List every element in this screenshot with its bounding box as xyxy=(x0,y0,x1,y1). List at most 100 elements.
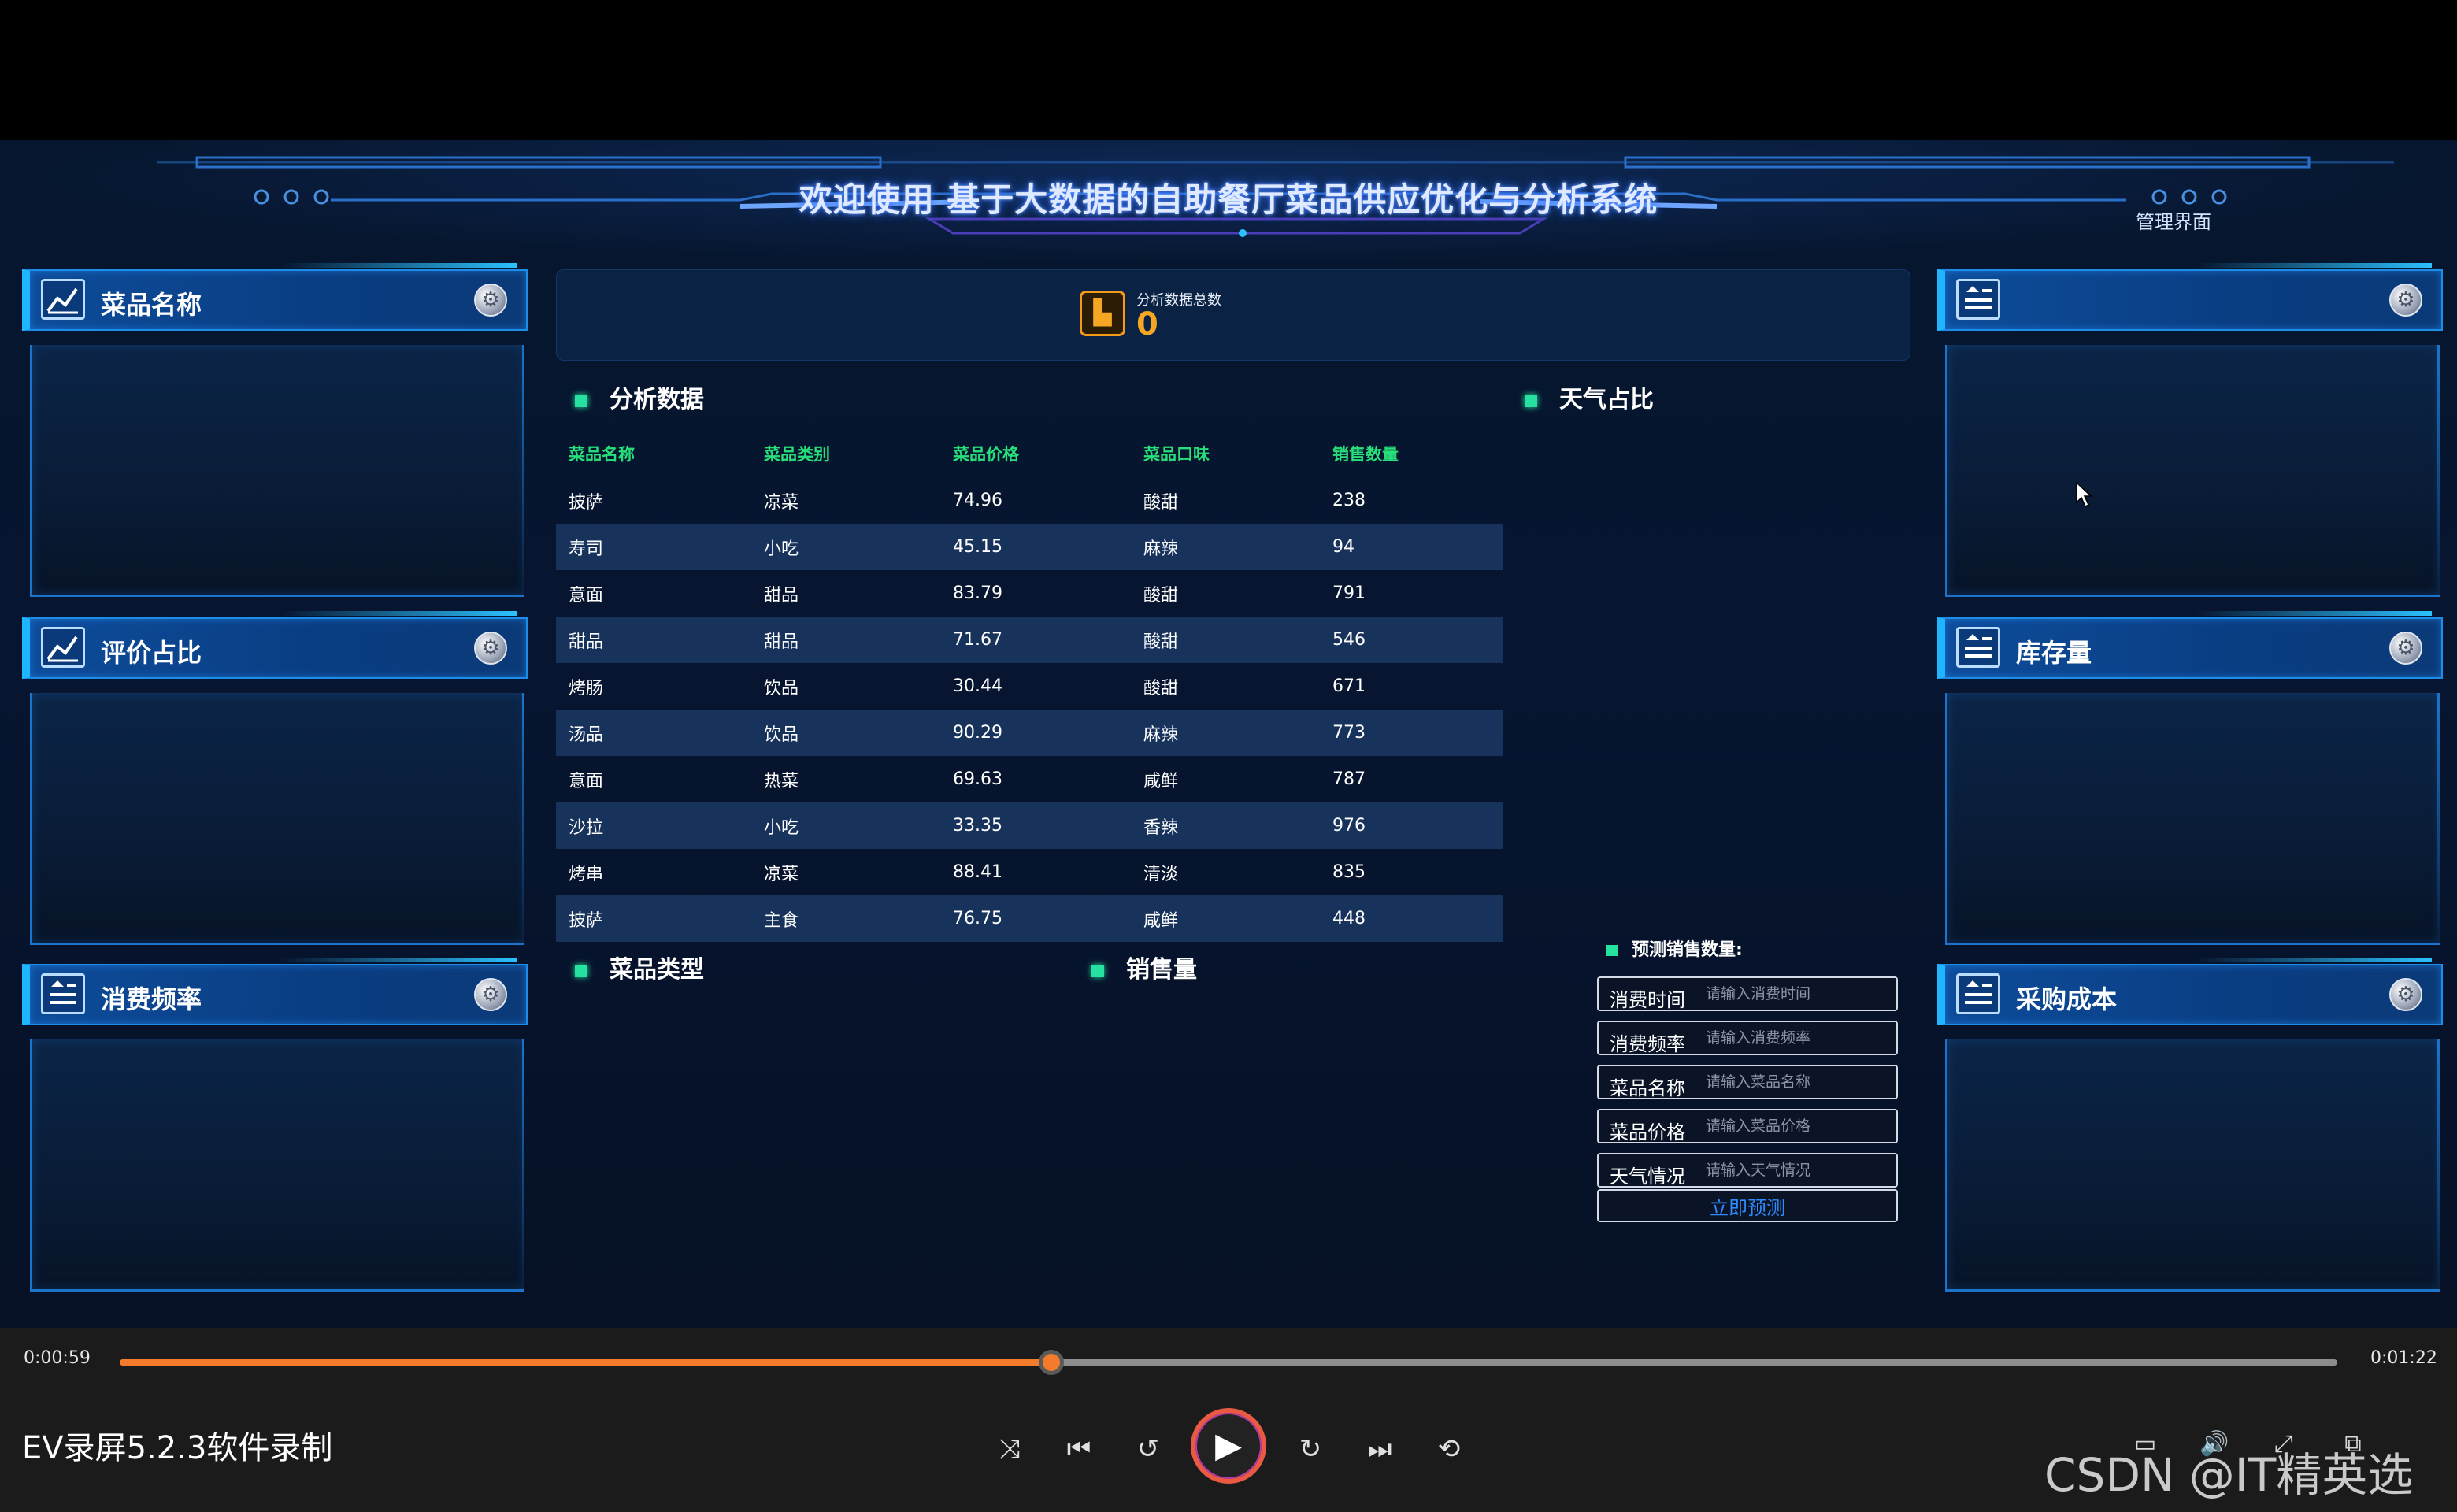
analysis-table: 菜品名称 菜品类别 菜品价格 菜品口味 销售数量 披萨 凉菜 74.96 酸甜 238 寿… xyxy=(556,430,1503,942)
table-cell: 咸鲜 xyxy=(1143,910,1179,931)
panel-header: 采购成本 ⚙ xyxy=(1937,958,2443,1025)
table-cell: 饮品 xyxy=(764,724,799,745)
table-cell: 香辣 xyxy=(1143,817,1179,838)
chart-area xyxy=(1945,1040,2440,1292)
bullet-icon xyxy=(575,964,587,977)
chart-area xyxy=(1945,345,2440,597)
column-header: 菜品口味 xyxy=(1143,445,1210,464)
weather-input[interactable] xyxy=(1706,1158,1892,1183)
table-cell: 清淡 xyxy=(1143,864,1179,884)
panel-title: 消费频率 xyxy=(101,984,202,1014)
table-cell: 773 xyxy=(1332,723,1366,743)
table-cell: 88.41 xyxy=(953,862,1002,882)
table-row: 烤串 凉菜 88.41 清淡 835 xyxy=(556,849,1503,895)
panel-inventory: 库存量 ⚙ xyxy=(1937,611,2443,956)
table-cell: 83.79 xyxy=(953,584,1002,603)
settings-icon[interactable]: ⚙ xyxy=(474,632,507,665)
panel-title: 采购成本 xyxy=(2016,984,2118,1014)
column-header: 菜品名称 xyxy=(569,445,635,464)
panel-purchase-cost: 采购成本 ⚙ xyxy=(1937,958,2443,1303)
page-title: 欢迎使用 基于大数据的自助餐厅菜品供应优化与分析系统 xyxy=(799,180,1658,219)
section-title: 分析数据 xyxy=(610,386,704,413)
table-cell: 787 xyxy=(1332,769,1366,789)
section-title: 菜品类型 xyxy=(610,956,704,984)
section-sales: 销售量 xyxy=(1091,950,1197,984)
settings-icon[interactable]: ⚙ xyxy=(474,978,507,1011)
shuffle-icon[interactable]: ⤨ xyxy=(988,1427,1032,1471)
panel-title: 评价占比 xyxy=(101,638,202,668)
repeat-off-icon[interactable]: ⟲ xyxy=(1427,1427,1471,1471)
section-weather: 天气占比 xyxy=(1525,380,1654,414)
cursor-icon xyxy=(2076,482,2092,508)
section-dish-type: 菜品类型 xyxy=(575,950,704,984)
table-cell: 甜品 xyxy=(569,632,604,652)
field-weather: 天气情况 xyxy=(1597,1153,1898,1188)
table-header-row: 菜品名称 菜品类别 菜品价格 菜品口味 销售数量 xyxy=(556,430,1503,477)
current-time: 0:00:59 xyxy=(24,1348,91,1368)
table-cell: 咸鲜 xyxy=(1143,771,1179,791)
bullet-icon xyxy=(1091,964,1104,977)
predict-button[interactable]: 立即预测 xyxy=(1597,1189,1898,1222)
list-icon xyxy=(41,973,85,1014)
stats-bar: ▙ 分析数据总数 0 xyxy=(556,269,1910,361)
predict-title: 预测销售数量: xyxy=(1606,936,1743,961)
field-consumption-time: 消费时间 xyxy=(1597,976,1898,1011)
chart-area xyxy=(30,693,524,945)
field-dish-name: 菜品名称 xyxy=(1597,1065,1898,1099)
consumption-time-input[interactable] xyxy=(1706,981,1892,1006)
field-label: 消费时间 xyxy=(1610,989,1685,1011)
table-cell: 甜品 xyxy=(764,632,799,652)
table-row: 披萨 主食 76.75 咸鲜 448 xyxy=(556,895,1503,942)
table-cell: 麻辣 xyxy=(1143,539,1179,559)
table-row: 意面 热菜 69.63 咸鲜 787 xyxy=(556,756,1503,802)
table-cell: 448 xyxy=(1332,909,1366,928)
chart-area xyxy=(30,1040,524,1292)
previous-icon[interactable]: ⏮ xyxy=(1057,1427,1101,1471)
progress-bar[interactable] xyxy=(120,1350,2337,1375)
section-title: 天气占比 xyxy=(1559,386,1654,413)
table-cell: 74.96 xyxy=(953,491,1002,510)
field-label: 菜品价格 xyxy=(1610,1121,1685,1143)
settings-icon[interactable]: ⚙ xyxy=(2389,978,2422,1011)
table-cell: 沙拉 xyxy=(569,817,604,838)
panel-header: 评价占比 ⚙ xyxy=(22,611,528,679)
progress-fill xyxy=(120,1359,1051,1366)
column-header: 销售数量 xyxy=(1332,445,1399,464)
table-cell: 30.44 xyxy=(953,676,1002,696)
bullet-icon xyxy=(1606,945,1618,956)
table-cell: 90.29 xyxy=(953,723,1002,743)
settings-icon[interactable]: ⚙ xyxy=(2389,632,2422,665)
panel-right-top: ⚙ xyxy=(1937,263,2443,608)
panel-title: 菜品名称 xyxy=(101,290,202,320)
panel-header: 消费频率 ⚙ xyxy=(22,958,528,1025)
admin-link[interactable]: 管理界面 xyxy=(2136,206,2211,234)
table-cell: 烤肠 xyxy=(569,678,604,699)
table-cell: 意面 xyxy=(569,585,604,606)
bullet-icon xyxy=(1525,394,1537,407)
play-button[interactable]: ▶ xyxy=(1191,1408,1266,1484)
dish-name-input[interactable] xyxy=(1706,1069,1892,1095)
consumption-frequency-input[interactable] xyxy=(1706,1025,1892,1051)
field-label: 菜品名称 xyxy=(1610,1077,1685,1099)
chart-area xyxy=(1945,693,2440,945)
progress-knob[interactable] xyxy=(1038,1350,1064,1375)
panel-dish-name: 菜品名称 ⚙ xyxy=(22,263,528,608)
panel-header: 菜品名称 ⚙ xyxy=(22,263,528,331)
rewind-10-icon[interactable]: ↺ xyxy=(1126,1427,1170,1471)
forward-30-icon[interactable]: ↻ xyxy=(1288,1427,1332,1471)
table-cell: 披萨 xyxy=(569,492,604,513)
field-consumption-frequency: 消费频率 xyxy=(1597,1021,1898,1055)
video-title: EV录屏5.2.3软件录制 xyxy=(22,1430,333,1466)
field-dish-price: 菜品价格 xyxy=(1597,1109,1898,1143)
section-title: 销售量 xyxy=(1126,956,1197,984)
settings-icon[interactable]: ⚙ xyxy=(474,284,507,317)
column-header: 菜品价格 xyxy=(953,445,1019,464)
dish-price-input[interactable] xyxy=(1706,1114,1892,1139)
table-cell: 小吃 xyxy=(764,817,799,838)
settings-icon[interactable]: ⚙ xyxy=(2389,284,2422,317)
table-cell: 酸甜 xyxy=(1143,632,1179,652)
table-row: 意面 甜品 83.79 酸甜 791 xyxy=(556,570,1503,617)
chart-line-icon xyxy=(41,627,85,668)
table-cell: 835 xyxy=(1332,862,1366,882)
next-icon[interactable]: ⏭ xyxy=(1358,1427,1402,1471)
